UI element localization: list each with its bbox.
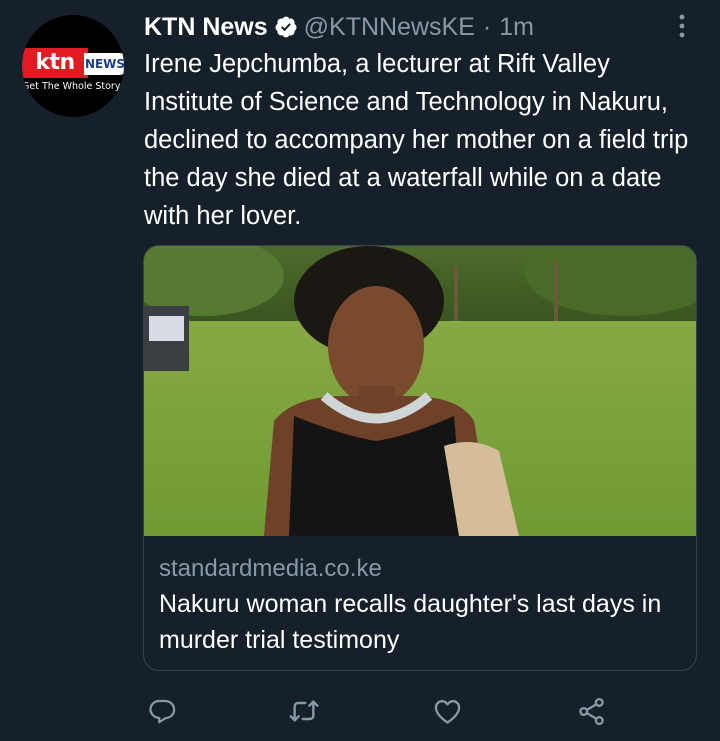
tweet[interactable]: ktn NEWS Get The Whole Story KTN News @K… bbox=[0, 0, 720, 741]
tweet-header: KTN News @KTNNewsKE · 1m bbox=[144, 10, 534, 44]
retweet-icon[interactable] bbox=[287, 694, 321, 728]
author-handle[interactable]: @KTNNewsKE bbox=[304, 13, 475, 42]
ktn-logo-text: ktn bbox=[22, 48, 88, 78]
link-card[interactable]: standardmedia.co.ke Nakuru woman recalls… bbox=[143, 245, 697, 671]
separator-dot: · bbox=[482, 12, 492, 41]
author-name[interactable]: KTN News bbox=[144, 13, 268, 42]
card-meta: standardmedia.co.ke Nakuru woman recalls… bbox=[159, 552, 689, 658]
share-icon[interactable] bbox=[574, 694, 608, 728]
news-logo-badge: NEWS bbox=[84, 53, 124, 75]
card-title[interactable]: Nakuru woman recalls daughter's last day… bbox=[159, 586, 689, 658]
tweet-timestamp[interactable]: 1m bbox=[499, 13, 534, 42]
avatar-tagline: Get The Whole Story bbox=[22, 81, 121, 92]
tweet-text: Irene Jepchumba, a lecturer at Rift Vall… bbox=[144, 50, 689, 230]
like-icon[interactable] bbox=[430, 694, 464, 728]
reply-icon[interactable] bbox=[145, 694, 179, 728]
more-options-icon[interactable] bbox=[670, 12, 694, 40]
avatar[interactable]: ktn NEWS Get The Whole Story bbox=[22, 15, 124, 117]
verified-badge-icon bbox=[274, 15, 298, 39]
action-bar bbox=[0, 690, 720, 734]
card-domain: standardmedia.co.ke bbox=[159, 555, 382, 582]
card-image[interactable] bbox=[144, 246, 696, 536]
